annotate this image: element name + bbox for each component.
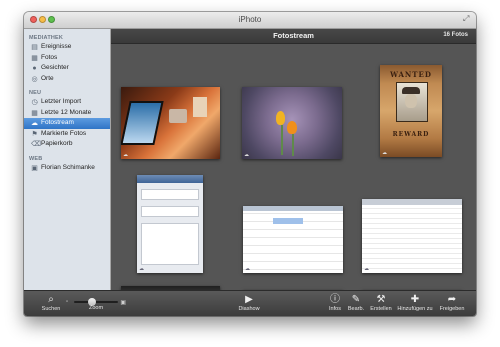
photostream-badge-icon: ☁ [382, 150, 387, 156]
sidebar-item-label: Markierte Fotos [41, 129, 87, 137]
zoom-in-icon: ▣ [120, 300, 126, 306]
search-icon: ⌕ [48, 294, 54, 305]
poster-reward-text: REWARD [392, 131, 430, 138]
edit-label: Bearb. [347, 306, 365, 312]
sidebar-item-label: Florian Schimanke [41, 163, 95, 171]
zoom-out-icon: ▫ [66, 299, 69, 305]
page-title: Fotostream [273, 31, 314, 40]
iphone-settings-screenshot[interactable]: ☁ [137, 175, 203, 273]
fullscreen-icon[interactable]: ⤢ [463, 15, 471, 23]
poster-wanted-text: WANTED [390, 70, 432, 79]
calendar-screenshot[interactable]: ☁ [243, 206, 343, 273]
bottom-toolbar: ⌕ Suchen ▫ ▣ Zoom ▶ Diashow ⓘ Infos ✎ Be… [24, 290, 476, 316]
faces-icon: ● [32, 65, 37, 72]
info-icon: ⓘ [330, 294, 340, 305]
ipad-desk-photo[interactable]: ☁ [121, 87, 220, 159]
window-title: iPhoto [238, 15, 262, 24]
sidebar-item-orte[interactable]: ◎ Orte [24, 74, 110, 85]
sidebar-section-web: WEB [29, 155, 43, 162]
photostream-badge-icon: ☁ [245, 266, 250, 272]
web-gallery-icon: ▣ [31, 164, 38, 172]
photostream-badge-icon: ☁ [123, 152, 128, 158]
sidebar-item-label: Fotostream [41, 119, 74, 126]
last-import-icon: ◷ [31, 99, 38, 106]
sidebar-section-mediathek: MEDIATHEK [29, 35, 64, 41]
sidebar-item-label: Gesichter [41, 64, 69, 71]
info-label: Infos [329, 306, 341, 312]
share-icon: ➦ [447, 294, 457, 305]
photostream-badge-icon: ☁ [364, 266, 369, 272]
add-to-button[interactable]: ✚ Hinzufügen zu [395, 294, 435, 312]
create-label: Erstellen [370, 306, 392, 312]
photostream-badge-icon: ☁ [139, 266, 144, 272]
iphoto-window: iPhoto ⤢ MEDIATHEK ▤ Ereignisse ▦ Fotos … [24, 12, 476, 316]
sidebar-section-neu: NEU [29, 90, 42, 96]
sidebar-item-gesichter[interactable]: ● Gesichter [24, 63, 110, 74]
sidebar-item-ereignisse[interactable]: ▤ Ereignisse [24, 42, 110, 53]
edit-button[interactable]: ✎ Bearb. [345, 294, 367, 312]
sidebar-item-web-gallery[interactable]: ▣ Florian Schimanke [24, 163, 110, 174]
sidebar-item-label: Papierkorb [41, 140, 73, 147]
content-header: Fotostream 16 Fotos [111, 29, 476, 44]
flag-icon: ⚑ [31, 130, 38, 138]
sidebar-item-letzte-12-monate[interactable]: ▦ Letzte 12 Monate [24, 108, 110, 119]
slideshow-label: Diashow [238, 306, 260, 312]
photo-count: 16 Fotos [443, 32, 468, 38]
sidebar-item-letzter-import[interactable]: ◷ Letzter Import [24, 97, 110, 108]
sidebar-item-fotos[interactable]: ▦ Fotos [24, 53, 110, 64]
add-icon: ✚ [410, 294, 420, 305]
pencil-icon: ✎ [351, 294, 361, 305]
share-label: Freigeben [439, 306, 465, 312]
events-icon: ▤ [31, 44, 38, 51]
sidebar-item-label: Orte [41, 74, 54, 82]
sidebar-item-fotostream[interactable]: ☁ Fotostream [24, 118, 110, 129]
title-bar: iPhoto ⤢ [24, 12, 476, 29]
trash-icon: ⌫ [31, 141, 41, 148]
photos-icon: ▦ [31, 54, 38, 62]
sidebar-item-papierkorb[interactable]: ⌫ Papierkorb [24, 139, 110, 150]
info-button[interactable]: ⓘ Infos [324, 294, 346, 312]
zoom-label: Zoom [88, 305, 104, 311]
sidebar-item-markierte-fotos[interactable]: ⚑ Markierte Fotos [24, 129, 110, 140]
search-button[interactable]: ⌕ Suchen [36, 294, 66, 312]
wanted-poster-photo[interactable]: WANTED REWARD ☁ [380, 65, 442, 157]
create-icon: ⚒ [376, 294, 386, 305]
spreadsheet-screenshot[interactable]: ☁ [362, 199, 462, 273]
create-button[interactable]: ⚒ Erstellen [367, 294, 395, 312]
calendar-icon: ▦ [31, 109, 38, 117]
sidebar: MEDIATHEK ▤ Ereignisse ▦ Fotos ● Gesicht… [24, 29, 111, 291]
tulips-photo[interactable]: ☁ [242, 87, 342, 159]
photostream-icon: ☁ [31, 120, 38, 127]
places-icon: ◎ [31, 75, 38, 83]
search-label: Suchen [41, 306, 61, 312]
slideshow-button[interactable]: ▶ Diashow [234, 294, 264, 312]
photostream-badge-icon: ☁ [244, 152, 249, 158]
photo-browser: Fotostream 16 Fotos ☁ ☁ WANTED REWARD ☁ [111, 29, 476, 306]
sidebar-item-label: Letzte 12 Monate [41, 108, 92, 116]
sidebar-item-label: Fotos [41, 53, 58, 61]
play-icon: ▶ [245, 294, 253, 305]
sidebar-item-label: Letzter Import [41, 98, 82, 105]
share-button[interactable]: ➦ Freigeben [436, 294, 468, 312]
sidebar-item-label: Ereignisse [41, 43, 72, 50]
add-to-label: Hinzufügen zu [397, 306, 433, 312]
